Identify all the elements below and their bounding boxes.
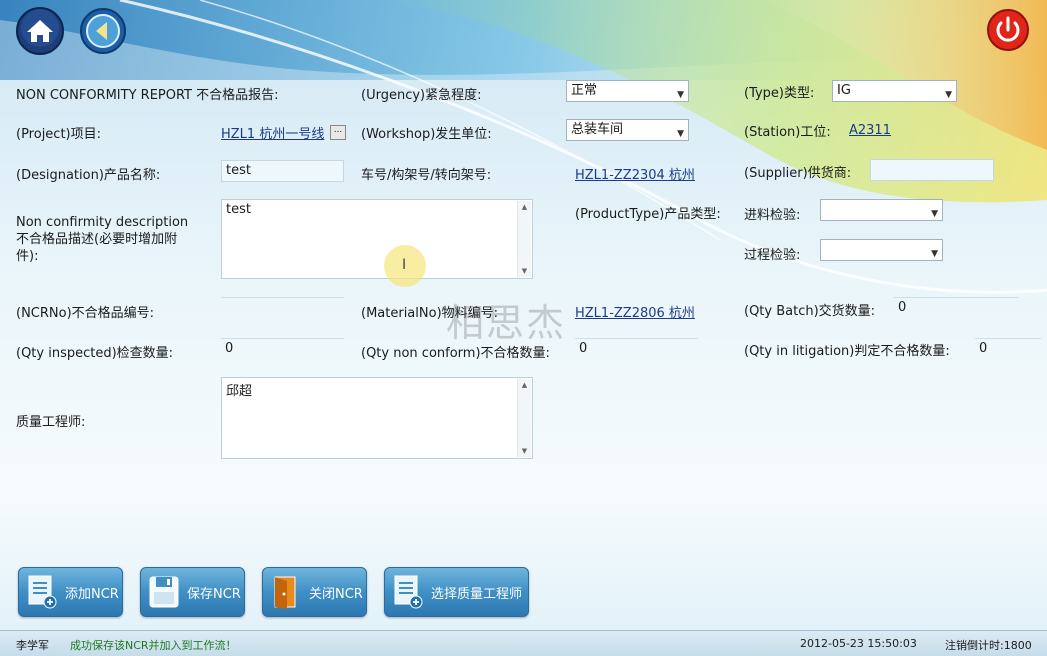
qty-inspected-input[interactable]: 0 (221, 338, 344, 360)
urgency-label: (Urgency)紧急程度: (361, 88, 482, 103)
workshop-select[interactable]: 总装车间 ▼ (566, 119, 689, 141)
dropdown-arrow-icon: ▼ (931, 209, 938, 219)
designation-input[interactable]: test (221, 160, 344, 182)
material-value: HZL1-ZZ2806 杭州 (575, 306, 695, 321)
car-label: 车号/构架号/转向架号: (361, 168, 492, 183)
description-label-en: Non confirmity description (16, 215, 189, 230)
status-bar: 李学军 成功保存该NCR并加入到工作流！ 2012-05-23 15:50:03… (0, 630, 1047, 656)
status-datetime: 2012-05-23 15:50:03 (800, 637, 917, 650)
watermark: 相思杰 (446, 301, 567, 345)
dropdown-arrow-icon: ▼ (931, 249, 938, 259)
save-ncr-label: 保存NCR (187, 586, 241, 602)
back-button[interactable] (78, 6, 128, 56)
power-icon (987, 9, 1029, 51)
home-icon (16, 7, 64, 55)
engineer-label: 质量工程师: (16, 415, 86, 430)
type-label: (Type)类型: (744, 86, 815, 101)
qty-batch-label: (Qty Batch)交货数量: (744, 304, 876, 319)
add-document-icon (394, 575, 423, 609)
qty-nonconform-input[interactable]: 0 (575, 338, 698, 360)
dropdown-arrow-icon: ▼ (677, 90, 684, 100)
text-cursor-icon: I (402, 257, 407, 273)
project-field[interactable]: HZL1 杭州一号线 (221, 123, 345, 142)
qty-nonconform-label: (Qty non conform)不合格数量: (361, 346, 550, 361)
engineer-scrollbar[interactable]: ▲ ▼ (517, 379, 531, 457)
add-document-icon (28, 575, 57, 609)
status-countdown: 注销倒计时:1800 (945, 639, 1032, 652)
description-label: Non confirmity description 不合格品描述(必要时增加附… (16, 214, 211, 265)
urgency-select[interactable]: 正常 ▼ (566, 80, 689, 102)
qty-litigation-label: (Qty in litigation)判定不合格数量: (744, 344, 950, 359)
status-user: 李学军 (16, 639, 49, 652)
process-inspection-select[interactable]: ▼ (820, 239, 943, 261)
supplier-label: (Supplier)供货商: (744, 166, 852, 181)
project-browse-button[interactable]: ... (330, 125, 346, 140)
dropdown-arrow-icon: ▼ (677, 129, 684, 139)
ncrno-label: (NCRNo)不合格品编号: (16, 306, 155, 321)
station-link[interactable]: A2311 (849, 123, 891, 138)
workshop-value: 总装车间 (571, 122, 624, 137)
workshop-label: (Workshop)发生单位: (361, 127, 492, 142)
project-value: HZL1 杭州一号线 (221, 127, 325, 142)
engineer-textarea[interactable]: 邱超 ▲ ▼ (221, 377, 533, 459)
select-engineer-button[interactable]: 选择质量工程师 (384, 567, 529, 617)
back-arrow-icon (80, 8, 126, 54)
engineer-value: 邱超 (226, 384, 253, 399)
add-ncr-label: 添加NCR (65, 586, 119, 602)
door-exit-icon (274, 576, 296, 609)
add-ncr-button[interactable]: 添加NCR (18, 567, 123, 617)
status-message: 成功保存该NCR并加入到工作流！ (70, 639, 237, 652)
supplier-input[interactable] (870, 159, 994, 181)
qty-inspected-label: (Qty inspected)检查数量: (16, 346, 174, 361)
description-scrollbar[interactable]: ▲ ▼ (517, 201, 531, 277)
home-button[interactable] (14, 6, 68, 56)
qty-batch-input[interactable]: 0 (894, 297, 1018, 319)
save-ncr-button[interactable]: 保存NCR (140, 567, 245, 617)
description-textarea[interactable]: test ▲ ▼ (221, 199, 533, 279)
qty-litigation-input[interactable]: 0 (975, 338, 1041, 360)
power-button[interactable] (986, 8, 1030, 52)
ncrno-input[interactable] (221, 297, 344, 319)
project-label: (Project)项目: (16, 127, 102, 142)
dropdown-arrow-icon: ▼ (945, 90, 952, 100)
urgency-value: 正常 (571, 83, 598, 98)
material-link[interactable]: HZL1-ZZ2806 杭州 (575, 302, 695, 321)
type-select[interactable]: IG ▼ (832, 80, 957, 102)
station-value: A2311 (849, 123, 891, 138)
select-engineer-label: 选择质量工程师 (431, 586, 523, 602)
process-inspection-label: 过程检验: (744, 248, 801, 263)
station-label: (Station)工位: (744, 125, 831, 140)
car-link[interactable]: HZL1-ZZ2304 杭州 (575, 164, 695, 183)
product-type-label: (ProductType)产品类型: (575, 207, 721, 222)
close-ncr-label: 关闭NCR (309, 586, 363, 602)
incoming-inspection-select[interactable]: ▼ (820, 199, 943, 221)
report-title: NON CONFORMITY REPORT 不合格品报告: (16, 88, 279, 103)
description-value: test (226, 202, 251, 217)
description-label-cn: 不合格品描述(必要时增加附件): (16, 232, 178, 264)
incoming-inspection-label: 进料检验: (744, 208, 801, 223)
car-value: HZL1-ZZ2304 杭州 (575, 168, 695, 183)
scroll-up-icon[interactable]: ▲ (518, 381, 531, 389)
save-disk-icon (149, 576, 179, 608)
scroll-down-icon[interactable]: ▼ (518, 267, 531, 275)
designation-label: (Designation)产品名称: (16, 168, 161, 183)
close-ncr-button[interactable]: 关闭NCR (262, 567, 367, 617)
type-value: IG (837, 83, 851, 98)
scroll-up-icon[interactable]: ▲ (518, 203, 531, 211)
scroll-down-icon[interactable]: ▼ (518, 447, 531, 455)
